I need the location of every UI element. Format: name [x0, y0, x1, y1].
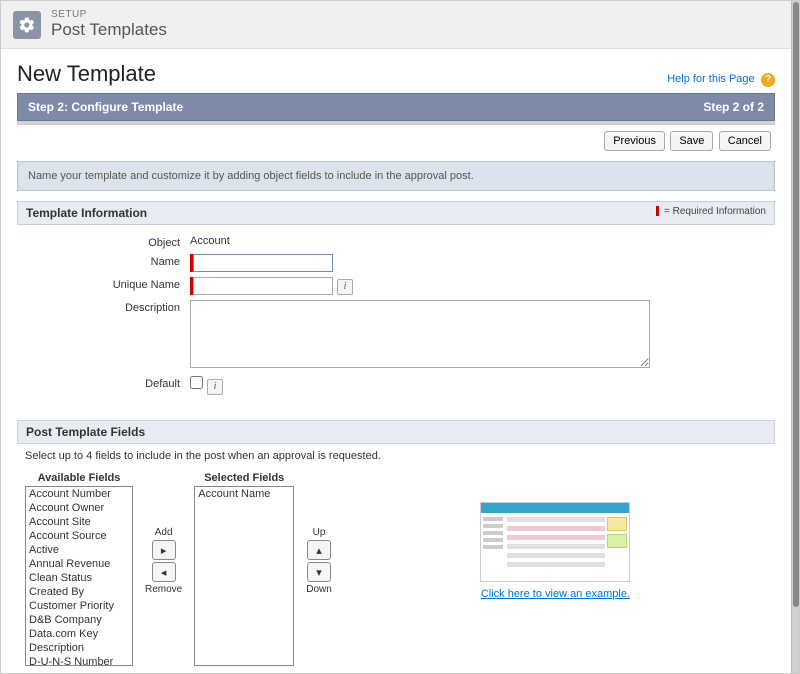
up-label: Up: [313, 527, 326, 538]
list-item[interactable]: Annual Revenue: [26, 557, 132, 571]
scrollbar-thumb[interactable]: [793, 2, 799, 607]
unique-name-input[interactable]: [193, 277, 333, 295]
down-label: Down: [306, 584, 332, 595]
save-button[interactable]: Save: [670, 131, 713, 151]
arrow-left-icon: ◂: [161, 566, 167, 579]
label-name: Name: [25, 254, 190, 268]
available-fields-label: Available Fields: [25, 472, 133, 484]
scrollbar[interactable]: [791, 1, 799, 673]
step-count: Step 2 of 2: [703, 100, 764, 114]
list-item[interactable]: Data.com Key: [26, 627, 132, 641]
list-item[interactable]: D-U-N-S Number: [26, 655, 132, 666]
selected-fields-label: Selected Fields: [194, 472, 294, 484]
section-post-fields-label: Post Template Fields: [26, 425, 145, 439]
help-link[interactable]: Help for this Page: [667, 73, 754, 85]
example-link[interactable]: Click here to view an example.: [481, 588, 630, 600]
list-item[interactable]: Clean Status: [26, 571, 132, 585]
list-item[interactable]: Account Source: [26, 529, 132, 543]
down-button[interactable]: ▾: [307, 562, 331, 582]
list-item[interactable]: Customer Priority: [26, 599, 132, 613]
list-item[interactable]: Account Number: [26, 487, 132, 501]
info-icon[interactable]: i: [337, 279, 353, 295]
list-item[interactable]: Created By: [26, 585, 132, 599]
add-button[interactable]: ▸: [152, 540, 176, 560]
previous-button[interactable]: Previous: [604, 131, 665, 151]
list-item[interactable]: Active: [26, 543, 132, 557]
up-button[interactable]: ▴: [307, 540, 331, 560]
remove-label: Remove: [145, 584, 182, 595]
label-unique-name: Unique Name: [25, 277, 190, 291]
arrow-right-icon: ▸: [161, 544, 167, 557]
section-template-info: Template Information = Required Informat…: [17, 201, 775, 225]
step-bar: Step 2: Configure Template Step 2 of 2: [17, 93, 775, 121]
value-object: Account: [190, 235, 230, 247]
fields-instruction: Select up to 4 fields to include in the …: [17, 444, 775, 468]
gear-icon: [13, 11, 41, 39]
label-default: Default: [25, 376, 190, 390]
label-object: Object: [25, 235, 190, 249]
available-fields-listbox[interactable]: Account NumberAccount OwnerAccount SiteA…: [25, 486, 133, 666]
arrow-up-icon: ▴: [316, 544, 322, 557]
default-checkbox[interactable]: [190, 376, 203, 389]
description-textarea[interactable]: [190, 300, 650, 368]
remove-button[interactable]: ◂: [152, 562, 176, 582]
section-post-fields: Post Template Fields: [17, 420, 775, 444]
page-title: Post Templates: [51, 20, 167, 40]
help-icon[interactable]: ?: [761, 73, 775, 87]
selected-fields-listbox[interactable]: Account Name: [194, 486, 294, 666]
step-title: Step 2: Configure Template: [28, 100, 183, 114]
setup-label: SETUP: [51, 9, 167, 20]
list-item[interactable]: D&B Company: [26, 613, 132, 627]
required-info-legend: = Required Information: [656, 206, 766, 220]
example-preview-image: [480, 502, 630, 582]
cancel-button[interactable]: Cancel: [719, 131, 771, 151]
page-header: SETUP Post Templates: [1, 1, 791, 49]
list-item[interactable]: Account Owner: [26, 501, 132, 515]
list-item[interactable]: Description: [26, 641, 132, 655]
heading-new-template: New Template: [17, 61, 156, 87]
list-item[interactable]: Account Site: [26, 515, 132, 529]
add-label: Add: [155, 527, 173, 538]
arrow-down-icon: ▾: [316, 566, 322, 579]
top-button-row: Previous Save Cancel: [17, 125, 775, 157]
section-template-info-label: Template Information: [26, 206, 147, 220]
info-icon[interactable]: i: [207, 379, 223, 395]
instruction-bar: Name your template and customize it by a…: [17, 161, 775, 191]
name-input[interactable]: [193, 254, 333, 272]
list-item[interactable]: Account Name: [195, 487, 293, 501]
label-description: Description: [25, 300, 190, 314]
